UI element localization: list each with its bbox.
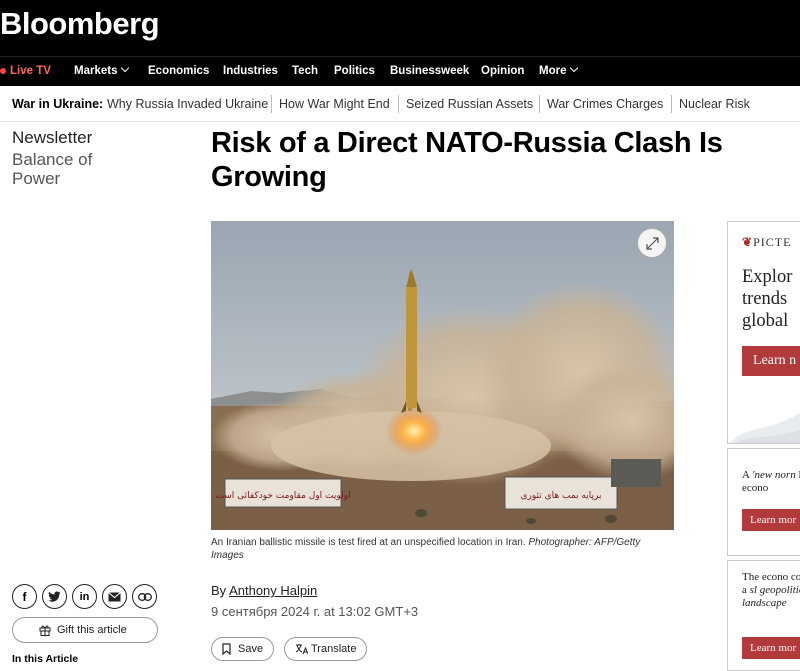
nav-economics[interactable]: Economics xyxy=(148,65,209,77)
nav-opinion[interactable]: Opinion xyxy=(481,65,524,77)
nav-businessweek[interactable]: Businessweek xyxy=(390,65,469,77)
ad-learn-more-button[interactable]: Learn mor xyxy=(742,637,800,659)
facebook-icon: f xyxy=(22,589,27,604)
translate-icon xyxy=(295,644,308,655)
share-copy-link[interactable] xyxy=(132,584,157,609)
banner-right-text: برپایه بمب های تئوری xyxy=(521,491,602,501)
nav-industries[interactable]: Industries xyxy=(223,65,278,77)
author-link[interactable]: Anthony Halpin xyxy=(229,583,317,598)
nav-more[interactable]: More xyxy=(539,63,579,77)
expand-image-button[interactable] xyxy=(637,228,667,258)
ad-headline: Explor trends global xyxy=(742,267,793,331)
byline: By Anthony Halpin xyxy=(211,583,318,598)
ad-graphic xyxy=(730,413,800,443)
newsletter-name[interactable]: Balance of Power xyxy=(12,150,122,188)
subnav-link-why-russia[interactable]: Why Russia Invaded Ukraine xyxy=(107,97,268,111)
twitter-icon xyxy=(43,585,66,608)
ad-learn-more-button[interactable]: Learn mor xyxy=(742,509,800,531)
live-dot-icon xyxy=(0,68,6,74)
image-caption: An Iranian ballistic missile is test fir… xyxy=(211,537,641,561)
main-nav: Live TV Markets Economics Industries Tec… xyxy=(0,56,800,86)
article-headline: Risk of a Direct NATO-Russia Clash Is Gr… xyxy=(211,127,723,193)
newsletter-label: Newsletter xyxy=(12,128,93,147)
bookmark-icon xyxy=(222,643,231,655)
brand-bar: Bloomberg xyxy=(0,0,800,56)
subnav-link-nuclear-risk[interactable]: Nuclear Risk xyxy=(679,97,750,111)
war-in-ukraine-subnav: War in Ukraine: Why Russia Invaded Ukrai… xyxy=(0,86,800,122)
subnav-link-war-end[interactable]: How War Might End xyxy=(279,97,390,111)
ad-learn-more-button[interactable]: Learn n xyxy=(742,346,800,376)
publish-date: 9 сентября 2024 г. at 13:02 GMT+3 xyxy=(211,604,419,619)
chevron-down-icon xyxy=(121,63,130,73)
ad-text: The econo costs of a sl geopolitical lan… xyxy=(742,571,800,609)
banner-left-text: اولویت اول مقاومت خودکفائی است xyxy=(215,491,350,501)
email-icon xyxy=(103,585,126,608)
ad-banner-top[interactable]: ❦PICTE Explor trends global Learn n xyxy=(727,221,800,444)
gift-article-button[interactable]: Gift this article xyxy=(12,617,158,643)
divider xyxy=(671,95,672,113)
gift-icon xyxy=(39,625,51,636)
nav-tech[interactable]: Tech xyxy=(292,65,318,77)
nav-live-tv[interactable]: Live TV xyxy=(10,65,51,77)
ad-banner-bottom[interactable]: The econo costs of a sl geopolitical lan… xyxy=(727,560,800,671)
save-button[interactable]: Save xyxy=(211,637,275,661)
subnav-link-seized-assets[interactable]: Seized Russian Assets xyxy=(406,97,533,111)
link-icon xyxy=(133,585,156,608)
expand-icon xyxy=(646,237,659,250)
share-facebook[interactable]: f xyxy=(12,584,37,609)
nav-markets[interactable]: Markets xyxy=(74,63,130,77)
share-twitter[interactable] xyxy=(42,584,67,609)
share-linkedin[interactable]: in xyxy=(72,584,97,609)
share-email[interactable] xyxy=(102,584,127,609)
divider xyxy=(271,95,272,113)
article-photo[interactable]: اولویت اول مقاومت خودکفائی است برپایه بم… xyxy=(211,221,674,530)
ad-text: A 'new norn large econo xyxy=(742,469,800,494)
divider xyxy=(539,95,540,113)
bloomberg-logo[interactable]: Bloomberg xyxy=(0,6,160,42)
translate-button[interactable]: Translate xyxy=(284,637,368,661)
chevron-down-icon xyxy=(570,63,579,73)
in-this-article-heading: In this Article xyxy=(12,653,79,665)
divider xyxy=(398,95,399,113)
ad-brand: ❦PICTE xyxy=(742,235,792,249)
linkedin-icon: in xyxy=(79,590,90,603)
subnav-title: War in Ukraine: xyxy=(12,97,104,111)
ad-logo-icon: ❦ xyxy=(742,235,754,249)
missile-launch-image: اولویت اول مقاومت خودکفائی است برپایه بم… xyxy=(211,221,674,530)
ad-banner-middle[interactable]: A 'new norn large econo Learn mor xyxy=(727,448,800,556)
nav-politics[interactable]: Politics xyxy=(334,65,375,77)
subnav-link-war-crimes[interactable]: War Crimes Charges xyxy=(547,97,663,111)
